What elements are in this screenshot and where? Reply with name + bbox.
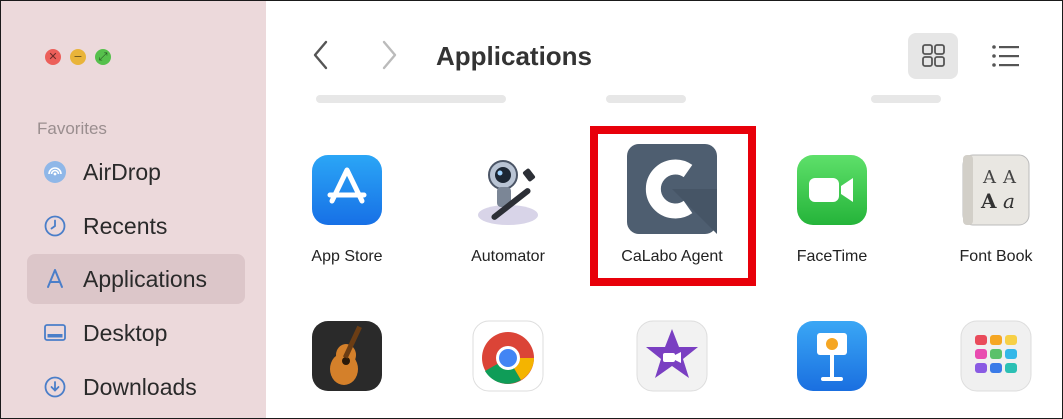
highlight-box — [590, 126, 756, 286]
zoom-window-button[interactable]: ⤢ — [95, 49, 111, 65]
sidebar-item-label: Recents — [83, 213, 168, 239]
sidebar-item-label: AirDrop — [83, 159, 161, 185]
svg-text:A: A — [980, 189, 997, 213]
sidebar: ✕ − ⤢ Favorites AirDrop Recents Applicat… — [1, 1, 266, 418]
favorites-header: Favorites — [37, 119, 107, 138]
window-title: Applications — [436, 41, 593, 71]
garageband-icon — [312, 321, 382, 391]
offscreen-label — [871, 95, 941, 103]
downloads-icon — [44, 376, 66, 398]
scrolled-offscreen-labels — [266, 95, 1062, 107]
finder-window: ✕ − ⤢ Favorites AirDrop Recents Applicat… — [0, 0, 1063, 419]
facetime-icon — [797, 155, 867, 225]
sidebar-item-label: Downloads — [83, 374, 197, 400]
app-item-keynote[interactable] — [762, 319, 902, 418]
sidebar-item-applications[interactable]: Applications — [27, 254, 245, 304]
app-item-launchpad[interactable] — [926, 319, 1062, 418]
imovie-icon — [636, 320, 708, 392]
app-store-icon — [312, 155, 382, 225]
app-item-facetime[interactable]: FaceTime — [762, 153, 902, 273]
grid-view-icon — [922, 44, 945, 67]
launchpad-icon — [960, 320, 1032, 392]
chevron-left-icon[interactable] — [311, 39, 331, 71]
sidebar-item-label: Desktop — [83, 320, 168, 346]
chevron-right-icon[interactable] — [379, 39, 399, 71]
close-window-button[interactable]: ✕ — [45, 49, 61, 65]
sidebar-item-recents[interactable]: Recents — [27, 201, 245, 251]
airdrop-icon — [44, 161, 66, 183]
minimize-icon: − — [73, 50, 83, 63]
automator-icon — [478, 160, 538, 225]
keynote-icon — [797, 321, 867, 391]
app-label: Font Book — [959, 248, 1033, 265]
sidebar-item-desktop[interactable]: Desktop — [27, 308, 245, 358]
list-view-button[interactable] — [981, 35, 1031, 77]
app-label: Automator — [471, 248, 545, 265]
app-item-imovie[interactable] — [602, 319, 742, 418]
zoom-icon: ⤢ — [98, 50, 108, 63]
app-label: App Store — [311, 248, 383, 265]
font-book-icon: A A A a — [962, 154, 1030, 226]
sidebar-item-downloads[interactable]: Downloads — [27, 362, 245, 412]
offscreen-label — [606, 95, 686, 103]
desktop-icon — [44, 324, 66, 341]
app-item-font-book[interactable]: A A A a Font Book — [926, 153, 1062, 273]
svg-text:A: A — [1002, 167, 1017, 188]
sidebar-item-label: Applications — [83, 266, 208, 292]
applications-icon — [47, 269, 63, 288]
app-label: FaceTime — [796, 248, 868, 265]
grid-view-button[interactable] — [908, 33, 958, 79]
app-item-automator[interactable]: Automator — [438, 153, 578, 273]
svg-text:a: a — [1003, 189, 1015, 213]
clock-icon — [44, 215, 66, 237]
minimize-window-button[interactable]: − — [70, 49, 86, 65]
app-item-garageband[interactable] — [277, 319, 417, 418]
svg-text:A: A — [982, 167, 997, 188]
close-icon: ✕ — [48, 50, 58, 63]
list-view-icon — [992, 45, 1019, 67]
app-item-app-store[interactable]: App Store — [277, 153, 417, 273]
sidebar-item-airdrop[interactable]: AirDrop — [27, 147, 245, 197]
app-item-google-chrome[interactable] — [438, 319, 578, 418]
offscreen-label — [316, 95, 506, 103]
google-chrome-icon — [472, 320, 544, 392]
